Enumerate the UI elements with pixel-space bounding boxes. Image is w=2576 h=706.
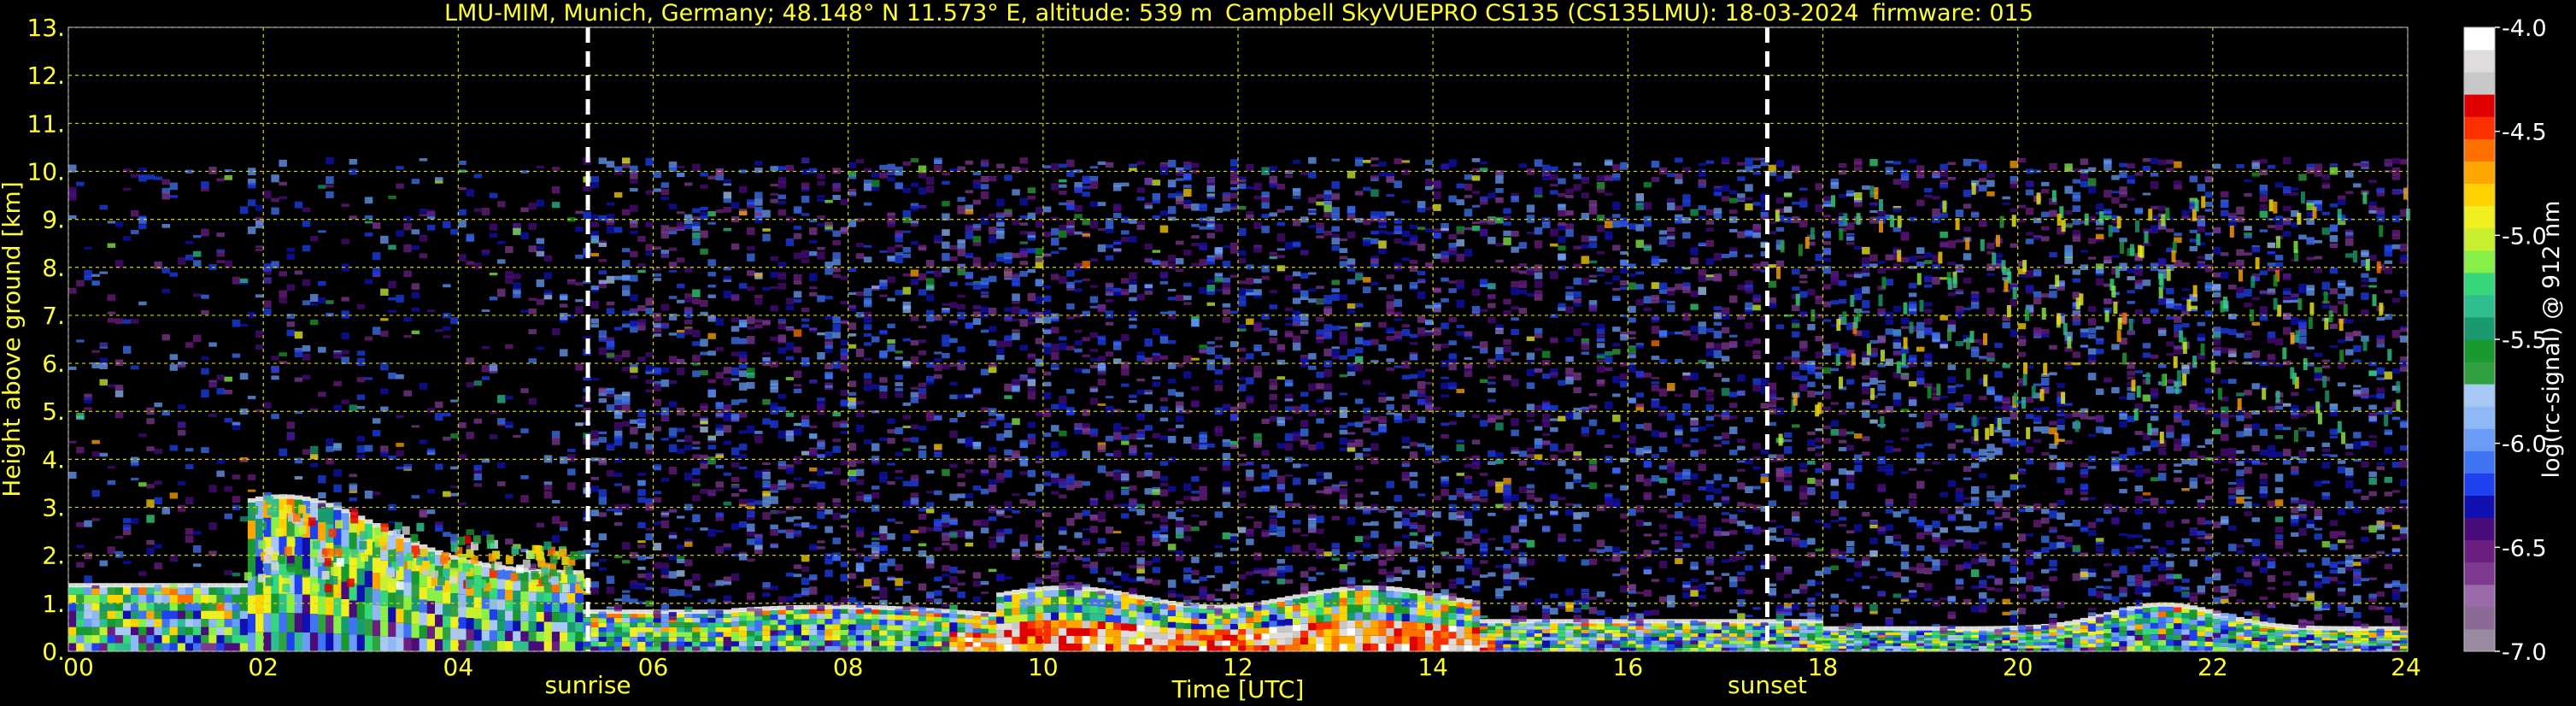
- y-tick-label: 8.: [42, 254, 65, 282]
- colorbar-swatch: [2464, 183, 2495, 207]
- colorbar-swatch: [2464, 294, 2495, 318]
- sunset-label: sunset: [1728, 671, 1807, 699]
- x-tick-label: 04: [443, 653, 474, 681]
- ceilometer-figure: LMU-MIM, Munich, Germany; 48.148° N 11.5…: [0, 0, 2576, 706]
- colorbar-swatch: [2464, 628, 2495, 652]
- colorbar-swatch: [2464, 316, 2495, 340]
- colorbar-swatch: [2464, 406, 2495, 429]
- colorbar-swatch: [2464, 227, 2495, 251]
- x-tick-label: 20: [2003, 653, 2033, 681]
- y-tick-label: 7.: [42, 302, 65, 330]
- y-tick-label: 6.: [42, 350, 65, 378]
- colorbar-tick-label: -4.0: [2502, 15, 2547, 42]
- backscatter-heatmap: [68, 156, 2411, 651]
- x-tick-label: 24: [2391, 653, 2421, 681]
- x-tick-label: 18: [1808, 653, 1839, 681]
- colorbar-swatch: [2464, 562, 2495, 585]
- x-axis-label: Time [UTC]: [1171, 675, 1305, 703]
- colorbar-swatch: [2464, 428, 2495, 451]
- y-tick-label: 2.: [42, 542, 65, 570]
- colorbar-swatch: [2464, 72, 2495, 95]
- colorbar-swatch: [2464, 161, 2495, 184]
- y-tick-label: 10.: [26, 157, 65, 185]
- colorbar-tick-label: -7.0: [2502, 639, 2547, 666]
- x-tick-label: 02: [248, 653, 279, 681]
- colorbar-swatch: [2464, 539, 2495, 563]
- y-tick-label: 11.: [26, 109, 65, 138]
- x-tick-label: 08: [833, 653, 864, 681]
- y-tick-label: 13.: [26, 14, 65, 42]
- colorbar-swatch: [2464, 94, 2495, 117]
- chart-svg: sunrise sunset 00 02 04 06 08 10 12 14 16 18 20 22 24…: [0, 14, 2565, 703]
- y-axis-label: Height above ground [km]: [0, 181, 26, 497]
- y-tick-label: 3.: [42, 494, 65, 522]
- colorbar-swatch: [2464, 205, 2495, 229]
- colorbar-label: log(rc-signal) @ 912 nm: [2538, 201, 2565, 479]
- y-tick-labels: 0. 1. 2. 3. 4. 5. 6. 7. 8. 9. 10. 11. 12. 13.: [26, 14, 65, 666]
- x-tick-label: 16: [1613, 653, 1644, 681]
- colorbar-swatch: [2464, 473, 2495, 496]
- colorbar-swatch: [2464, 495, 2495, 519]
- x-tick-label: 06: [638, 653, 669, 681]
- x-tick-label: 14: [1417, 653, 1448, 681]
- colorbar-swatch: [2464, 339, 2495, 362]
- colorbar-swatch: [2464, 50, 2495, 73]
- colorbar-swatch: [2464, 138, 2495, 162]
- x-tick-label: 00: [63, 653, 94, 681]
- sunrise-label: sunrise: [544, 671, 631, 699]
- y-tick-label: 0.: [42, 638, 65, 666]
- colorbar-swatch: [2464, 517, 2495, 541]
- y-tick-label: 9.: [42, 206, 65, 234]
- colorbar: [2463, 26, 2496, 652]
- y-tick-label: 1.: [42, 590, 65, 618]
- colorbar-swatch: [2464, 250, 2495, 274]
- colorbar-swatch: [2464, 362, 2495, 385]
- colorbar-swatch: [2464, 384, 2495, 407]
- colorbar-swatch: [2464, 272, 2495, 296]
- colorbar-swatch: [2464, 116, 2495, 139]
- x-tick-label: 22: [2198, 653, 2228, 681]
- colorbar-swatch: [2464, 606, 2495, 630]
- colorbar-swatch: [2464, 450, 2495, 474]
- colorbar-swatch: [2464, 584, 2495, 608]
- x-tick-label: 10: [1028, 653, 1059, 681]
- colorbar-tick-label: -4.5: [2502, 120, 2547, 146]
- colorbar-swatch: [2464, 27, 2495, 50]
- y-tick-label: 5.: [42, 397, 65, 426]
- y-tick-label: 4.: [42, 445, 65, 474]
- y-tick-label: 12.: [26, 62, 65, 90]
- colorbar-tick-label: -6.5: [2502, 535, 2547, 562]
